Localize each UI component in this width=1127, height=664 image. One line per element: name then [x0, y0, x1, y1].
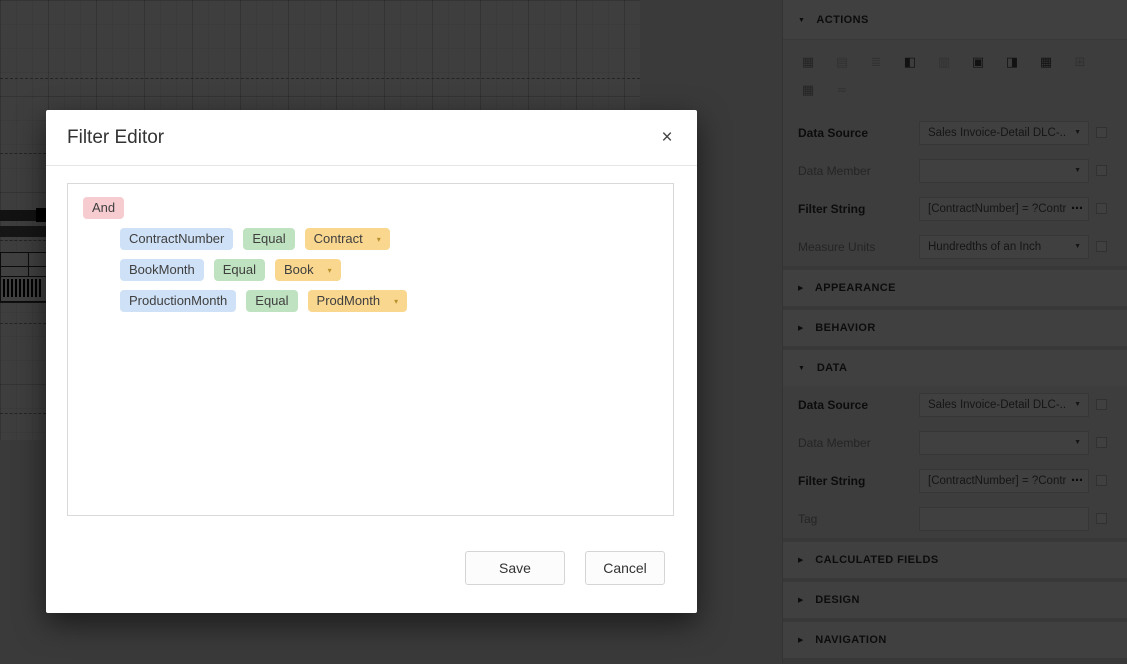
condition-operator-pill[interactable]: Equal: [243, 228, 295, 250]
condition-operator-pill[interactable]: Equal: [246, 290, 298, 312]
condition-value-pill[interactable]: Contract ▾: [304, 228, 390, 251]
chevron-down-icon[interactable]: ▾: [377, 229, 381, 251]
filter-editor-dialog: Filter Editor × And ContractNumber Equal C…: [46, 110, 697, 613]
cancel-button[interactable]: Cancel: [585, 551, 665, 585]
condition-value-pill[interactable]: ProdMonth ▾: [307, 290, 408, 313]
dialog-title: Filter Editor: [67, 127, 165, 148]
group-operator-pill[interactable]: And: [83, 197, 125, 219]
condition-field-pill[interactable]: ContractNumber: [120, 228, 234, 250]
chevron-down-icon[interactable]: ▾: [328, 260, 332, 282]
condition-operator-pill[interactable]: Equal: [213, 259, 266, 281]
filter-condition-row: ContractNumber Equal Contract ▾: [120, 228, 673, 250]
close-icon[interactable]: ×: [655, 126, 679, 150]
filter-condition-row: ProductionMonth Equal ProdMonth ▾: [120, 290, 673, 312]
save-button[interactable]: Save: [465, 551, 565, 585]
chevron-down-icon[interactable]: ▾: [394, 291, 398, 313]
report-designer-app: { "colors": { "overlay": "rgba(0,0,0,0.7…: [0, 0, 1127, 664]
filter-condition-row: BookMonth Equal Book ▾: [120, 259, 673, 281]
condition-value-pill[interactable]: Book ▾: [275, 259, 341, 281]
condition-value-text: ProdMonth: [316, 293, 381, 308]
condition-field-pill[interactable]: BookMonth: [120, 259, 204, 281]
filter-builder: And ContractNumber Equal Contract ▾ BookMon…: [67, 183, 674, 516]
title-separator: [46, 165, 697, 166]
condition-value-text: Book: [284, 262, 314, 277]
condition-field-pill[interactable]: ProductionMonth: [120, 290, 237, 312]
condition-value-text: Contract: [313, 231, 363, 246]
